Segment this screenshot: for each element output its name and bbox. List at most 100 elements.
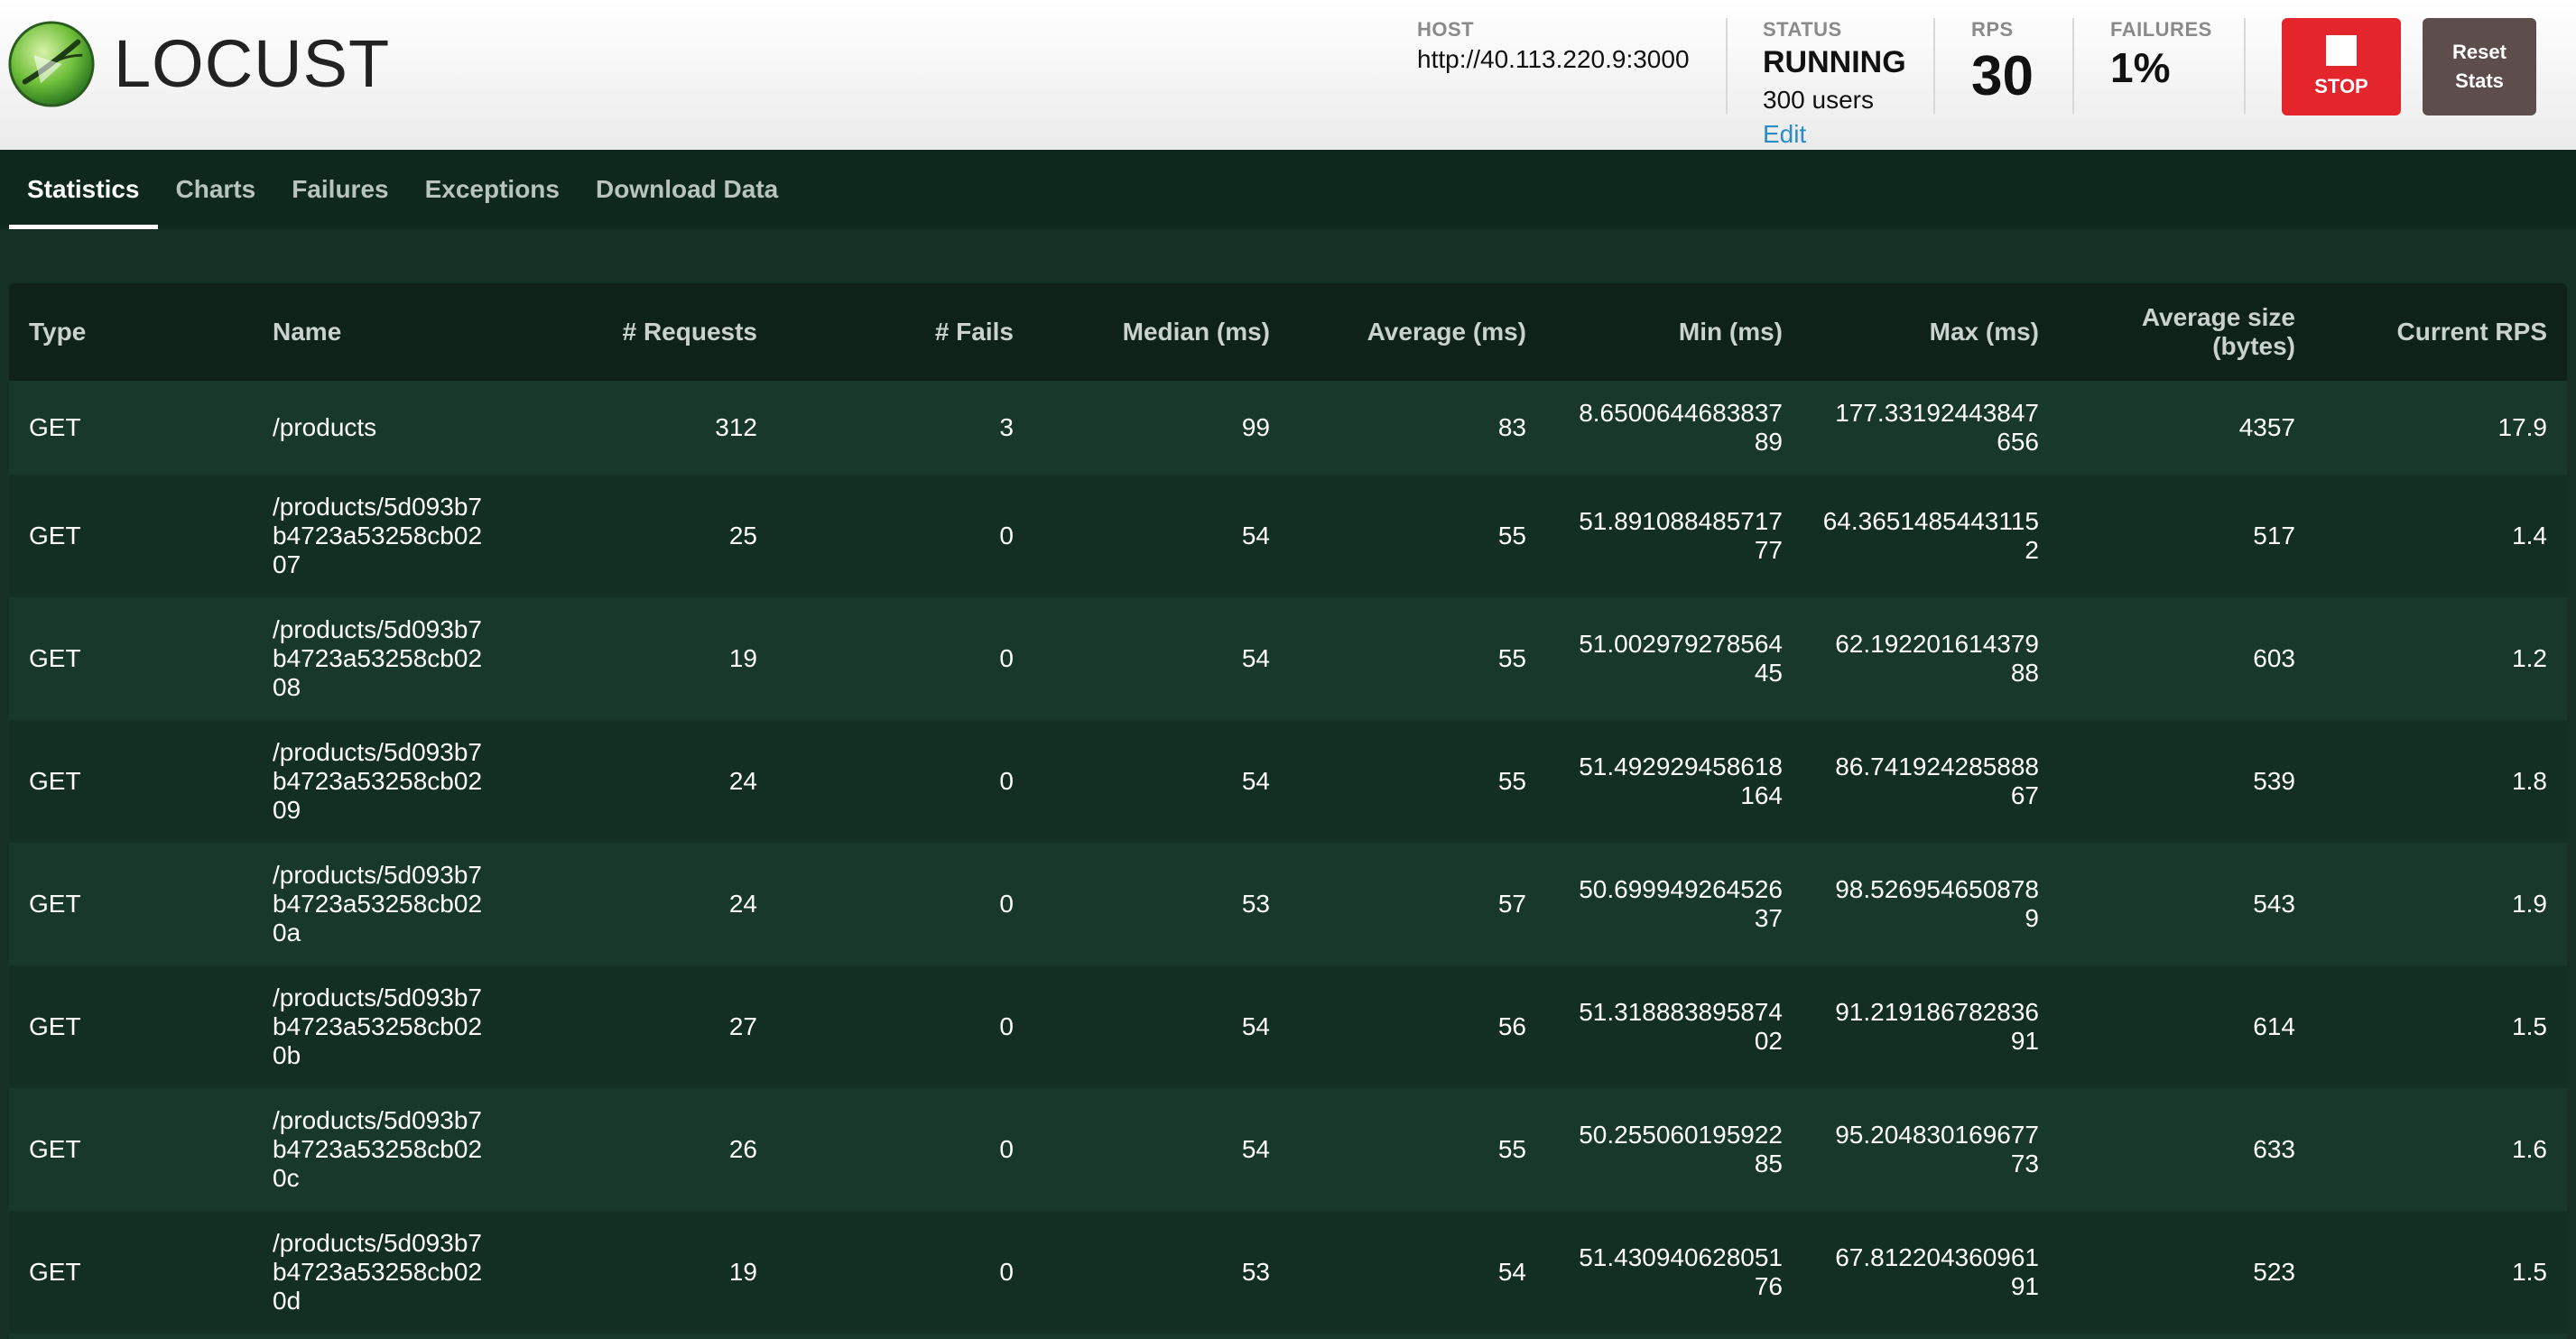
cell-current-rps: 1.6	[2512, 1135, 2547, 1163]
host-label: HOST	[1417, 18, 1475, 41]
cell-min: 51.43094062805176	[1579, 1243, 1783, 1300]
cell-average: 56	[1497, 1012, 1526, 1040]
header-divider	[1726, 18, 1728, 114]
cell-current-rps: 1.4	[2512, 522, 2547, 549]
cell-max: 91.21918678283691	[1835, 998, 2039, 1055]
col-header-current-rps[interactable]: Current RPS	[2315, 283, 2567, 381]
statistics-table: Type Name # Requests # Fails Median (ms)…	[9, 283, 2567, 1334]
table-header-row: Type Name # Requests # Fails Median (ms)…	[9, 283, 2567, 381]
cell-requests: 26	[728, 1135, 757, 1163]
cell-type: GET	[29, 767, 81, 795]
cell-requests: 24	[728, 890, 757, 918]
cell-average: 83	[1497, 413, 1526, 441]
cell-name: /products	[273, 413, 377, 441]
stop-icon	[2326, 35, 2357, 66]
tab-exceptions[interactable]: Exceptions	[407, 150, 578, 229]
cell-max: 62.19220161437988	[1835, 630, 2039, 687]
cell-requests: 24	[728, 767, 757, 795]
tab-download-data[interactable]: Download Data	[578, 150, 796, 229]
cell-max: 95.20483016967773	[1835, 1121, 2039, 1177]
table-row: GET/products/5d093b7b4723a53258cb020c 26 0…	[9, 1088, 2567, 1211]
tab-statistics[interactable]: Statistics	[9, 150, 158, 229]
cell-min: 50.69994926452637	[1579, 875, 1783, 932]
header-divider	[2072, 18, 2074, 114]
col-header-type[interactable]: Type	[9, 283, 253, 381]
users-count: 300 users	[1763, 86, 1874, 114]
cell-min: 51.89108848571777	[1579, 507, 1783, 564]
cell-name: /products/5d093b7b4723a53258cb0208	[273, 615, 483, 701]
cell-min: 51.31888389587402	[1579, 998, 1783, 1055]
reset-button-label-line1: Reset	[2452, 41, 2507, 63]
cell-current-rps: 1.9	[2512, 890, 2547, 918]
cell-requests: 19	[728, 1258, 757, 1286]
host-box: HOST http://40.113.220.9:3000	[1417, 18, 1690, 74]
cell-fails: 0	[999, 1012, 1014, 1040]
cell-avg-size: 543	[2253, 890, 2295, 918]
cell-fails: 0	[999, 1135, 1014, 1163]
cell-average: 55	[1497, 1135, 1526, 1163]
rps-value: 30	[1971, 45, 2034, 107]
col-header-average[interactable]: Average (ms)	[1290, 283, 1546, 381]
cell-max: 177.33192443847656	[1835, 399, 2039, 456]
cell-avg-size: 4357	[2238, 413, 2295, 441]
tab-charts[interactable]: Charts	[158, 150, 274, 229]
col-header-avg-size[interactable]: Average size (bytes)	[2059, 283, 2315, 381]
header-divider	[1933, 18, 1935, 114]
cell-requests: 19	[728, 644, 757, 672]
cell-avg-size: 539	[2253, 767, 2295, 795]
table-body: GET/products 312 3 99 83 8.650064468383789 177…	[9, 381, 2567, 1334]
failures-box: FAILURES 1%	[2110, 18, 2212, 88]
cell-name: /products/5d093b7b4723a53258cb0209	[273, 738, 483, 824]
cell-median: 54	[1241, 522, 1270, 549]
cell-current-rps: 1.5	[2512, 1258, 2547, 1286]
col-header-min[interactable]: Min (ms)	[1546, 283, 1802, 381]
logo-text: LOCUST	[114, 26, 391, 101]
cell-average: 54	[1497, 1258, 1526, 1286]
stop-button[interactable]: STOP	[2282, 18, 2401, 115]
rps-label: RPS	[1971, 18, 2014, 41]
col-header-max[interactable]: Max (ms)	[1802, 283, 2059, 381]
cell-average: 55	[1497, 522, 1526, 549]
cell-min: 8.650064468383789	[1579, 399, 1783, 456]
failures-label: FAILURES	[2110, 18, 2212, 41]
cell-type: GET	[29, 1135, 81, 1163]
cell-current-rps: 1.8	[2512, 767, 2547, 795]
cell-median: 53	[1241, 890, 1270, 918]
cell-max: 86.74192428588867	[1835, 753, 2039, 809]
col-header-median[interactable]: Median (ms)	[1033, 283, 1290, 381]
cell-name: /products/5d093b7b4723a53258cb020b	[273, 983, 483, 1069]
table-row: GET/products/5d093b7b4723a53258cb0207 25 0…	[9, 475, 2567, 597]
cell-fails: 3	[999, 413, 1014, 441]
cell-min: 51.492929458618164	[1579, 753, 1783, 809]
col-header-requests[interactable]: # Requests	[510, 283, 777, 381]
table-row: GET/products/5d093b7b4723a53258cb0209 24 0…	[9, 720, 2567, 843]
cell-average: 57	[1497, 890, 1526, 918]
cell-max: 67.81220436096191	[1835, 1243, 2039, 1300]
failures-value: 1%	[2110, 44, 2171, 91]
cell-type: GET	[29, 644, 81, 672]
col-header-name[interactable]: Name	[253, 283, 510, 381]
tab-bar: Statistics Charts Failures Exceptions Do…	[0, 150, 2576, 229]
tab-failures[interactable]: Failures	[273, 150, 406, 229]
host-value: http://40.113.220.9:3000	[1417, 45, 1690, 73]
reset-button-label-line2: Stats	[2455, 69, 2504, 92]
table-row: GET/products/5d093b7b4723a53258cb020d 19 0…	[9, 1211, 2567, 1334]
col-header-fails[interactable]: # Fails	[777, 283, 1033, 381]
cell-name: /products/5d093b7b4723a53258cb020d	[273, 1229, 483, 1315]
cell-fails: 0	[999, 522, 1014, 549]
table-row: GET/products/5d093b7b4723a53258cb020a 24 0…	[9, 843, 2567, 965]
cell-max: 98.5269546508789	[1835, 875, 2039, 932]
cell-median: 99	[1241, 413, 1270, 441]
cell-median: 54	[1241, 644, 1270, 672]
rps-box: RPS 30	[1971, 18, 2034, 105]
status-label: STATUS	[1763, 18, 1842, 41]
cell-requests: 25	[728, 522, 757, 549]
cell-current-rps: 1.5	[2512, 1012, 2547, 1040]
cell-median: 54	[1241, 767, 1270, 795]
table-row: GET/products/5d093b7b4723a53258cb0208 19 0…	[9, 597, 2567, 720]
reset-stats-button[interactable]: Reset Stats	[2423, 18, 2536, 115]
cell-name: /products/5d093b7b4723a53258cb020a	[273, 861, 483, 947]
cell-median: 53	[1241, 1258, 1270, 1286]
edit-users-link[interactable]: Edit	[1763, 120, 1906, 149]
header-divider	[2244, 18, 2246, 114]
